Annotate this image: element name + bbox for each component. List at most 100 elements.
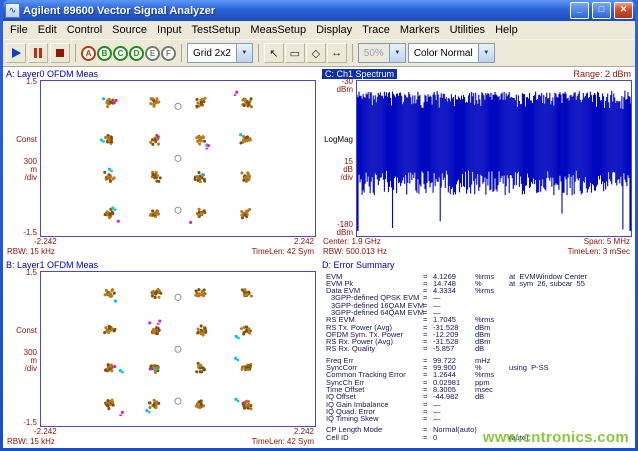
watermark: www.cntronics.com xyxy=(483,429,629,446)
menu-markers[interactable]: Markers xyxy=(395,23,445,37)
pane-c-title[interactable]: C: Ch1 Spectrum xyxy=(322,69,397,79)
pointer-tool-icon[interactable]: ↖ xyxy=(264,43,284,63)
menu-testsetup[interactable]: TestSetup xyxy=(187,23,246,37)
title-bar[interactable]: ∿ Agilent 89600 Vector Signal Analyzer _… xyxy=(3,0,635,21)
zoom-value: 50% xyxy=(364,48,384,59)
grid-layout-value: Grid 2x2 xyxy=(193,48,231,59)
y-scale-label: 300m/div xyxy=(24,349,37,373)
pane-a-x-axis: -2.2422.242 RBW: 15 kHzTimeLen: 42 Sym xyxy=(6,237,316,257)
chevron-down-icon: ▼ xyxy=(389,44,405,62)
menu-meassetup[interactable]: MeasSetup xyxy=(245,23,311,37)
trace-select-group: ABCDEF xyxy=(81,46,176,61)
menu-file[interactable]: File xyxy=(5,23,33,37)
y-max-label: 1.5 xyxy=(26,269,37,277)
y-min-label: -1.5 xyxy=(23,419,37,427)
pane-b-header: B: Layer1 OFDM Meas xyxy=(6,259,316,271)
pane-c-y-axis: -30dBm LogMag 15dB/div -180dBm xyxy=(322,80,356,237)
pane-b-x-axis: -2.242 2.242 RBW: 15 kHz TimeLen: 42 Sym xyxy=(6,427,316,447)
pane-d: D: Error Summary EVM=4.1269%rmsat EVMWin… xyxy=(319,258,635,449)
pane-a-plot[interactable] xyxy=(40,80,316,237)
timelen-label: TimeLen: 42 Sym xyxy=(252,247,314,257)
trace-grid: A: Layer0 OFDM Meas 1.5 Const 300m/div -… xyxy=(3,67,635,448)
pane-c-plot[interactable] xyxy=(356,80,632,237)
y-axis-title: Const xyxy=(8,136,37,144)
trace-button-b[interactable]: B xyxy=(97,46,112,61)
pane-d-title[interactable]: D: Error Summary xyxy=(322,260,395,270)
pane-c-x-axis: Center: 1.9 GHzSpan: 5 MHz RBW: 500.013 … xyxy=(322,237,632,257)
pane-b-y-axis: 1.5 Const 300m/div -1.5 xyxy=(6,271,40,428)
mouse-tool-group: ↖▭◇↔ xyxy=(264,43,347,63)
rbw-label: RBW: 15 kHz xyxy=(7,437,55,447)
maximize-button[interactable]: □ xyxy=(592,2,611,19)
pane-a-header: A: Layer0 OFDM Meas xyxy=(6,68,316,80)
menu-display[interactable]: Display xyxy=(311,23,357,37)
error-row: IQ Timing Skew=— xyxy=(326,415,632,422)
spectrum-chart xyxy=(357,81,631,236)
x-max-label: 2.242 xyxy=(294,427,314,437)
range-label: Range: 2 dBm xyxy=(573,69,632,79)
rbw-label: RBW: 500.013 Hz xyxy=(323,247,387,257)
app-icon: ∿ xyxy=(5,3,20,18)
close-button[interactable]: ✕ xyxy=(614,2,633,19)
color-scheme-select[interactable]: Color Normal ▼ xyxy=(408,43,495,63)
chevron-down-icon: ▼ xyxy=(478,44,494,62)
zoom-box-tool-icon[interactable]: ▭ xyxy=(285,43,305,63)
toolbar-separator xyxy=(75,44,76,62)
grid-layout-select[interactable]: Grid 2x2 ▼ xyxy=(187,43,253,63)
stop-button[interactable] xyxy=(50,43,70,63)
trace-button-c[interactable]: C xyxy=(113,46,128,61)
window-title: Agilent 89600 Vector Signal Analyzer xyxy=(23,5,567,17)
pane-b-plot[interactable] xyxy=(40,271,316,428)
y-max-label: -30dBm xyxy=(337,78,353,94)
minimize-button[interactable]: _ xyxy=(570,2,589,19)
color-scheme-value: Color Normal xyxy=(414,48,473,59)
x-min-label: -2.242 xyxy=(34,427,57,437)
trace-button-a[interactable]: A xyxy=(81,46,96,61)
timelen-label: TimeLen: 3 mSec xyxy=(568,247,630,257)
pane-d-header: D: Error Summary xyxy=(322,259,632,271)
app-window: ∿ Agilent 89600 Vector Signal Analyzer _… xyxy=(0,0,638,451)
marker-diamond-tool-icon[interactable]: ◇ xyxy=(306,43,326,63)
toolbar-separator xyxy=(258,44,259,62)
toolbar-separator xyxy=(352,44,353,62)
band-marker-tool-icon[interactable]: ↔ xyxy=(327,43,347,63)
zoom-select[interactable]: 50% ▼ xyxy=(358,43,406,63)
menu-utilities[interactable]: Utilities xyxy=(445,23,490,37)
menu-edit[interactable]: Edit xyxy=(33,23,62,37)
x-max-label: 2.242 xyxy=(294,237,314,247)
menu-help[interactable]: Help xyxy=(490,23,523,37)
pause-button[interactable] xyxy=(28,43,48,63)
error-row: RS Rx. Quality=-5.857dB xyxy=(326,345,632,352)
pane-a: A: Layer0 OFDM Meas 1.5 Const 300m/div -… xyxy=(3,67,319,258)
trace-button-f[interactable]: F xyxy=(161,46,176,61)
pane-c: C: Ch1 Spectrum Range: 2 dBm -30dBm LogM… xyxy=(319,67,635,258)
y-axis-title: Const xyxy=(8,327,37,335)
toolbar: ABCDEF Grid 2x2 ▼ ↖▭◇↔ 50% ▼ Color Norma… xyxy=(3,40,635,67)
toolbar-separator xyxy=(181,44,182,62)
menu-trace[interactable]: Trace xyxy=(357,23,395,37)
error-summary-table: EVM=4.1269%rmsat EVMWindow CenterEVM Pk=… xyxy=(322,271,632,448)
chevron-down-icon: ▼ xyxy=(236,44,252,62)
center-freq-label: Center: 1.9 GHz xyxy=(323,237,381,247)
pane-b: B: Layer1 OFDM Meas 1.5 Const 300m/div -… xyxy=(3,258,319,449)
menu-control[interactable]: Control xyxy=(62,23,107,37)
trace-button-d[interactable]: D xyxy=(129,46,144,61)
pane-a-title[interactable]: A: Layer0 OFDM Meas xyxy=(6,69,98,79)
timelen-label: TimeLen: 42 Sym xyxy=(252,437,314,447)
pane-c-header: C: Ch1 Spectrum Range: 2 dBm xyxy=(322,68,632,80)
y-scale-label: 15dB/div xyxy=(341,158,353,182)
restart-button[interactable] xyxy=(6,43,26,63)
y-scale-label: 300m/div xyxy=(24,158,37,182)
menu-bar: FileEditControlSourceInputTestSetupMeasS… xyxy=(3,21,635,40)
play-icon xyxy=(12,48,21,58)
menu-source[interactable]: Source xyxy=(107,23,152,37)
pane-a-y-axis: 1.5 Const 300m/div -1.5 xyxy=(6,80,40,237)
menu-input[interactable]: Input xyxy=(152,23,186,37)
x-min-label: -2.242 xyxy=(34,237,57,247)
constellation-b-chart xyxy=(41,272,315,427)
y-min-label: -1.5 xyxy=(23,229,37,237)
trace-button-e[interactable]: E xyxy=(145,46,160,61)
constellation-a-chart xyxy=(41,81,315,236)
app-body: FileEditControlSourceInputTestSetupMeasS… xyxy=(3,21,635,448)
pane-b-title[interactable]: B: Layer1 OFDM Meas xyxy=(6,260,98,270)
